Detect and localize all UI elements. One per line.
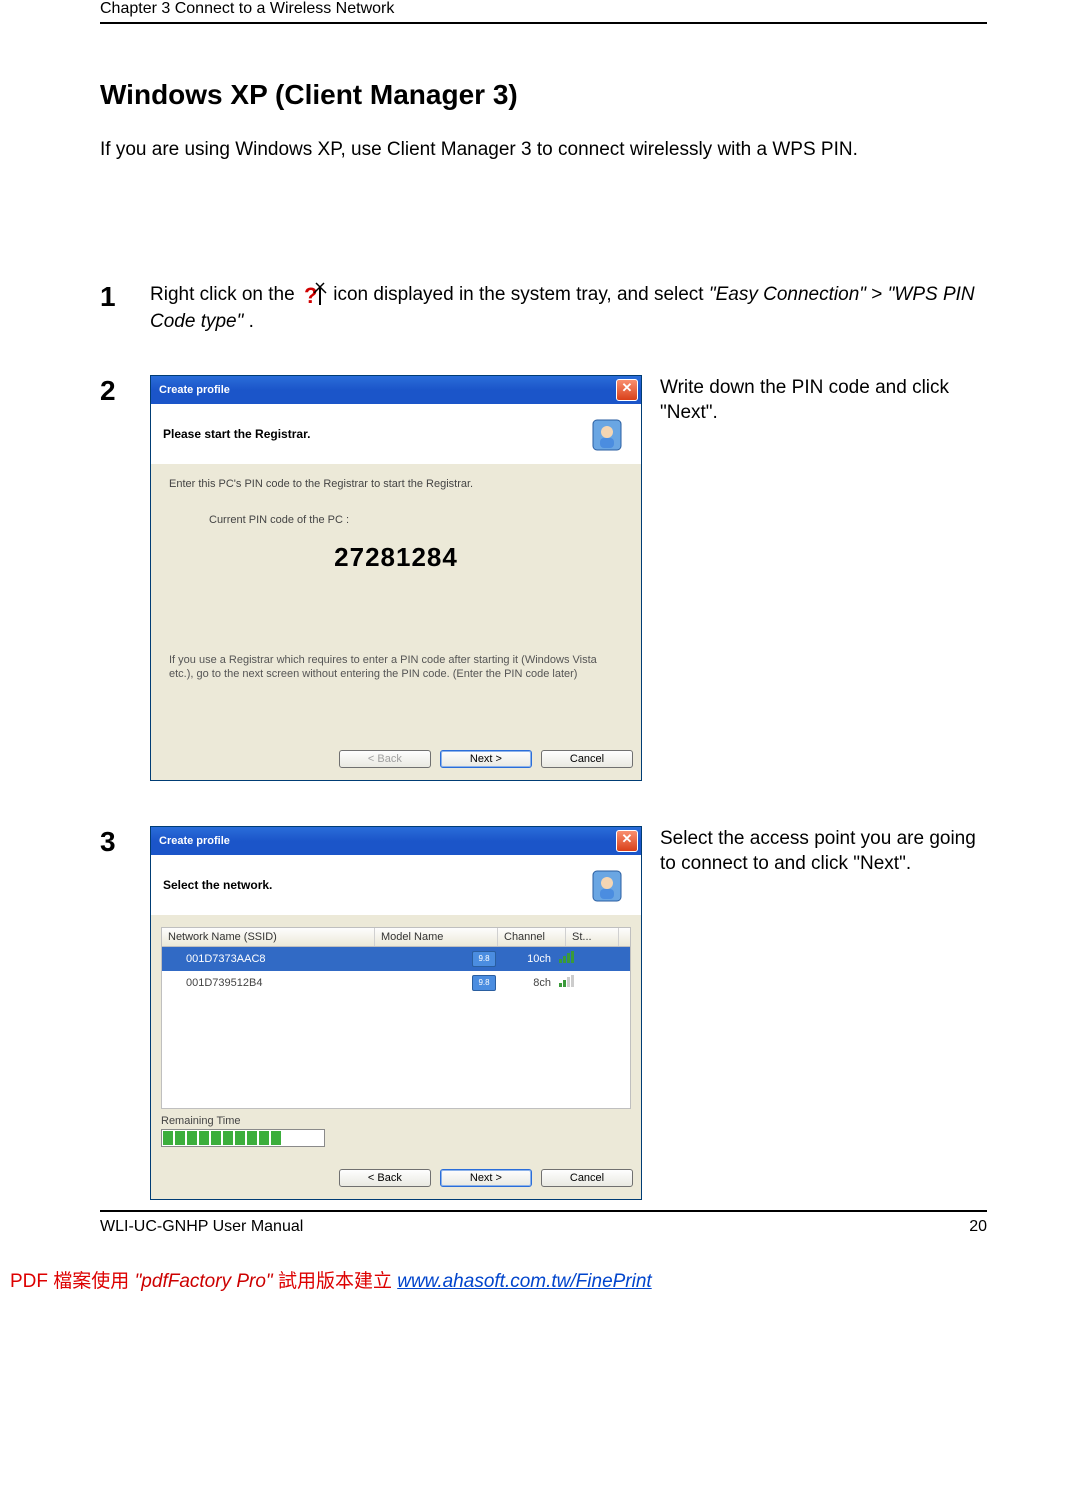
back-button[interactable]: < Back: [339, 1169, 431, 1187]
cell-channel: 8ch: [496, 977, 559, 989]
dialog-title: Create profile: [159, 835, 230, 847]
watermark-link[interactable]: www.ahasoft.com.tw/FinePrint: [397, 1271, 651, 1292]
text: >: [871, 284, 887, 305]
back-button[interactable]: < Back: [339, 750, 431, 768]
step-1: 1 Right click on the ? icon displayed in…: [100, 281, 987, 335]
pin-code-value: 27281284: [169, 542, 623, 573]
wizard-user-icon: [591, 865, 629, 905]
col-strength[interactable]: St...: [566, 928, 619, 946]
create-profile-dialog-network: Create profile ✕ Select the network. Net…: [150, 826, 642, 1200]
dialog-title: Create profile: [159, 384, 230, 396]
dialog-subtitle: Please start the Registrar.: [163, 427, 310, 441]
next-button[interactable]: Next >: [440, 750, 532, 768]
svg-text:?: ?: [304, 283, 317, 308]
chapter-header: Chapter 3 Connect to a Wireless Network: [100, 0, 987, 24]
table-row[interactable]: 001D739512B4 9.8 8ch: [162, 971, 630, 995]
step-number: 2: [100, 375, 150, 407]
text: "pdfFactory Pro": [135, 1271, 273, 1292]
pdf-watermark: PDF 檔案使用 "pdfFactory Pro" 試用版本建立 www.aha…: [0, 1236, 1087, 1303]
dialog-titlebar[interactable]: Create profile ✕: [151, 827, 641, 855]
network-list-header: Network Name (SSID) Model Name Channel S…: [162, 928, 630, 947]
signal-strength-icon: [559, 975, 574, 987]
step-number: 1: [100, 281, 150, 313]
signal-strength-icon: [559, 951, 574, 963]
step-3: 3 Create profile ✕ Select the network.: [100, 826, 987, 1200]
tray-antenna-icon: ?: [300, 281, 328, 309]
text: icon displayed in the system tray, and s…: [333, 284, 709, 305]
cancel-button[interactable]: Cancel: [541, 750, 633, 768]
progress-bar: [161, 1129, 325, 1147]
col-ssid[interactable]: Network Name (SSID): [162, 928, 375, 946]
step-1-text: Right click on the ? icon displayed in t…: [150, 281, 987, 335]
close-icon[interactable]: ✕: [616, 379, 638, 401]
page-footer: WLI-UC-GNHP User Manual 20: [100, 1210, 987, 1236]
text: 試用版本建立: [278, 1271, 397, 1292]
remaining-time-label: Remaining Time: [161, 1115, 631, 1127]
cell-ssid: 001D739512B4: [162, 977, 386, 989]
cancel-button[interactable]: Cancel: [541, 1169, 633, 1187]
step-2: 2 Create profile ✕ Please start the Regi…: [100, 375, 987, 781]
section-title: Windows XP (Client Manager 3): [100, 79, 987, 111]
create-profile-dialog-pin: Create profile ✕ Please start the Regist…: [150, 375, 642, 781]
step-number: 3: [100, 826, 150, 858]
dialog-note: If you use a Registrar which requires to…: [169, 653, 623, 682]
menu-path-1: "Easy Connection": [709, 284, 866, 305]
pin-label: Current PIN code of the PC :: [169, 514, 623, 526]
cell-ssid: 001D7373AAC8: [162, 953, 386, 965]
text: PDF 檔案使用: [10, 1271, 135, 1292]
col-model[interactable]: Model Name: [375, 928, 498, 946]
close-icon[interactable]: ✕: [616, 830, 638, 852]
model-icon: 9.8: [472, 975, 496, 991]
dialog-subtitle: Select the network.: [163, 878, 272, 892]
text: Right click on the: [150, 284, 300, 305]
section-intro: If you are using Windows XP, use Client …: [100, 139, 987, 161]
footer-page-number: 20: [969, 1218, 987, 1236]
step-2-caption: Write down the PIN code and click "Next"…: [642, 375, 987, 426]
text: .: [249, 311, 254, 332]
dialog-titlebar[interactable]: Create profile ✕: [151, 376, 641, 404]
dialog-instruction: Enter this PC's PIN code to the Registra…: [169, 478, 623, 490]
model-icon: 9.8: [472, 951, 496, 967]
next-button[interactable]: Next >: [440, 1169, 532, 1187]
step-3-caption: Select the access point you are going to…: [642, 826, 987, 877]
wizard-user-icon: [591, 414, 629, 454]
col-channel[interactable]: Channel: [498, 928, 566, 946]
cell-channel: 10ch: [496, 953, 559, 965]
table-row[interactable]: 001D7373AAC8 9.8 10ch: [162, 947, 630, 971]
footer-manual-name: WLI-UC-GNHP User Manual: [100, 1218, 303, 1236]
network-list[interactable]: Network Name (SSID) Model Name Channel S…: [161, 927, 631, 1109]
